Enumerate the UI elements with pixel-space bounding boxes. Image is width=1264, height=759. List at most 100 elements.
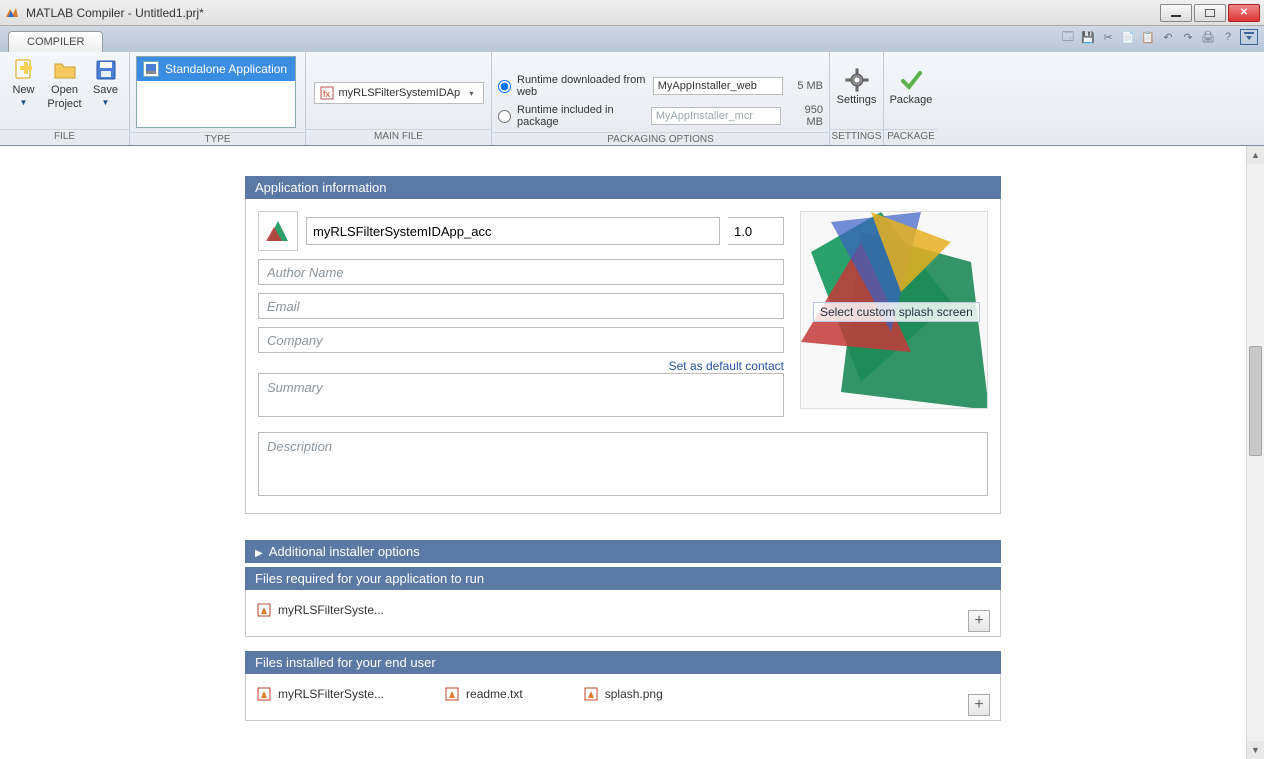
runtime-mcr-option[interactable]: Runtime included in package 950 MB [498,104,823,128]
qat-undo-icon[interactable]: ↶ [1160,29,1176,45]
qat-copy-icon[interactable]: 📄 [1120,29,1136,45]
group-caption: SETTINGS [830,129,883,145]
file-name: readme.txt [466,687,523,701]
author-name-field[interactable] [258,259,784,285]
qat-save-icon[interactable]: 💾 [1080,29,1096,45]
qat-redo-icon[interactable]: ↷ [1180,29,1196,45]
installed-file-item[interactable]: myRLSFilterSyste... [256,686,384,702]
mfile-icon [256,602,272,618]
svg-text:fx: fx [323,89,331,99]
vertical-scrollbar[interactable]: ▲ ▼ [1246,146,1264,759]
installer-size-mcr: 950 MB [787,104,823,128]
scroll-thumb[interactable] [1249,346,1262,456]
runtime-web-label: Runtime downloaded from web [517,74,647,98]
runtime-web-option[interactable]: Runtime downloaded from web 5 MB [498,74,823,98]
tab-compiler[interactable]: COMPILER [8,31,103,52]
minimize-button[interactable] [1160,4,1192,22]
mfile-icon [444,686,460,702]
dropdown-icon[interactable]: ▾ [465,86,479,100]
window-controls: ✕ [1160,4,1260,22]
required-file-item[interactable]: myRLSFilterSyste... [256,602,384,618]
app-icon-picker[interactable] [258,211,298,251]
settings-label: Settings [837,94,877,106]
open-label2: Project [47,98,81,110]
installer-name-mcr [651,107,781,125]
new-icon [12,58,36,82]
qat-help-icon[interactable]: ? [1220,29,1236,45]
qat-collapse-icon[interactable] [1240,29,1258,45]
gear-icon [845,68,869,92]
mfile-icon [583,686,599,702]
group-caption: FILE [0,129,129,145]
installer-name-web[interactable] [653,77,783,95]
package-label: Package [890,94,933,106]
installed-file-item[interactable]: splash.png [583,686,663,702]
company-field[interactable] [258,327,784,353]
type-label: Standalone Application [165,62,287,76]
application-icon [143,61,159,77]
qat-print-icon[interactable]: 🖨 [1200,29,1216,45]
mfile-icon [256,686,272,702]
summary-field[interactable] [258,373,784,417]
ribbon-group-package: Package PACKAGE [884,52,938,145]
qat-icon[interactable]: 🗔 [1060,29,1076,45]
content-stage: Application information [0,146,1264,759]
set-default-contact-link[interactable]: Set as default contact [258,359,784,373]
group-caption: MAIN FILE [306,129,491,145]
ribbon-group-settings: Settings SETTINGS [830,52,884,145]
mfile-icon: fx [319,85,335,101]
save-button[interactable]: Save ▼ [88,56,123,107]
file-name: myRLSFilterSyste... [278,603,384,617]
save-icon [94,58,118,82]
ribbon: New ▼ Open Project Save ▼ FILE Standalon… [0,52,1264,146]
qat-paste-icon[interactable]: 📋 [1140,29,1156,45]
check-icon [899,68,923,92]
scroll-up-icon[interactable]: ▲ [1247,146,1264,164]
group-caption: TYPE [130,132,305,145]
main-file-field[interactable]: fx myRLSFilterSystemIDAp ▾ [314,82,484,104]
runtime-web-radio[interactable] [498,80,511,93]
save-label: Save [93,84,118,96]
title-bar: MATLAB Compiler - Untitled1.prj* ✕ [0,0,1264,26]
qat-cut-icon[interactable]: ✂ [1100,29,1116,45]
package-button[interactable]: Package [891,66,931,106]
type-standalone[interactable]: Standalone Application [137,57,295,81]
close-button[interactable]: ✕ [1228,4,1260,22]
files-installed-header: Files installed for your end user [245,651,1001,674]
appinfo-panel: Set as default contact Select custom [245,199,1001,514]
description-field[interactable] [258,432,988,496]
app-name-field[interactable] [306,217,720,245]
quick-access-toolbar: 🗔 💾 ✂ 📄 📋 ↶ ↷ 🖨 ? [1060,29,1258,45]
matlab-logo-icon [4,5,20,21]
new-button[interactable]: New ▼ [6,56,41,107]
ribbon-group-packaging: Runtime downloaded from web 5 MB Runtime… [492,52,830,145]
settings-button[interactable]: Settings [837,66,877,106]
maximize-button[interactable] [1194,4,1226,22]
open-project-button[interactable]: Open Project [47,56,82,110]
add-required-file-button[interactable]: + [968,610,990,632]
runtime-mcr-label: Runtime included in package [517,104,645,128]
scroll-down-icon[interactable]: ▼ [1247,741,1264,759]
runtime-mcr-radio[interactable] [498,110,511,123]
email-field[interactable] [258,293,784,319]
dropdown-arrow-icon: ▼ [102,98,110,107]
additional-options-header[interactable]: Additional installer options [245,540,1001,563]
group-caption: PACKAGE [884,129,938,145]
appinfo-header: Application information [245,176,1001,199]
splash-hint: Select custom splash screen [813,302,980,322]
ribbon-group-type: Standalone Application TYPE [130,52,306,145]
window-title: MATLAB Compiler - Untitled1.prj* [26,6,1160,20]
ribbon-group-mainfile: fx myRLSFilterSystemIDAp ▾ MAIN FILE [306,52,492,145]
files-installed-panel: myRLSFilterSyste... readme.txt splash.pn… [245,674,1001,721]
content-scroll: Application information [0,146,1246,759]
group-caption: PACKAGING OPTIONS [492,132,829,145]
application-type-list[interactable]: Standalone Application [136,56,296,128]
splash-screen-picker[interactable]: Select custom splash screen [800,211,988,409]
ribbon-group-file: New ▼ Open Project Save ▼ FILE [0,52,130,145]
add-installed-file-button[interactable]: + [968,694,990,716]
file-name: myRLSFilterSyste... [278,687,384,701]
app-version-field[interactable] [728,217,784,245]
installed-file-item[interactable]: readme.txt [444,686,523,702]
files-required-panel: myRLSFilterSyste... + [245,590,1001,637]
files-required-header: Files required for your application to r… [245,567,1001,590]
